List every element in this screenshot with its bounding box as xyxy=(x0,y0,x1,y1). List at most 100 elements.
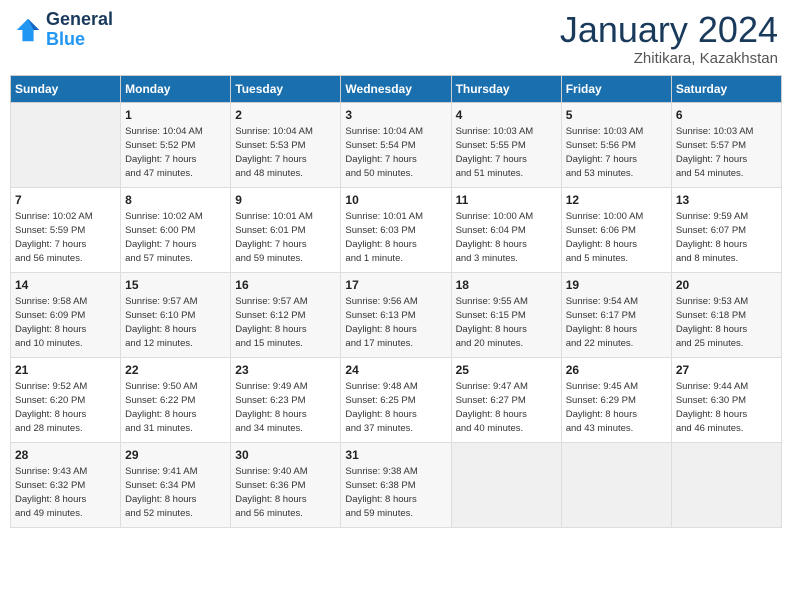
day-info: Sunrise: 9:45 AM Sunset: 6:29 PM Dayligh… xyxy=(566,380,667,435)
day-cell: 19Sunrise: 9:54 AM Sunset: 6:17 PM Dayli… xyxy=(561,272,671,357)
day-number: 14 xyxy=(15,277,116,294)
day-info: Sunrise: 9:57 AM Sunset: 6:12 PM Dayligh… xyxy=(235,295,336,350)
day-info: Sunrise: 9:48 AM Sunset: 6:25 PM Dayligh… xyxy=(345,380,446,435)
day-number: 31 xyxy=(345,447,446,464)
day-cell: 10Sunrise: 10:01 AM Sunset: 6:03 PM Dayl… xyxy=(341,187,451,272)
day-cell: 24Sunrise: 9:48 AM Sunset: 6:25 PM Dayli… xyxy=(341,357,451,442)
day-info: Sunrise: 10:04 AM Sunset: 5:54 PM Daylig… xyxy=(345,125,446,180)
day-cell: 25Sunrise: 9:47 AM Sunset: 6:27 PM Dayli… xyxy=(451,357,561,442)
day-info: Sunrise: 10:03 AM Sunset: 5:56 PM Daylig… xyxy=(566,125,667,180)
day-cell: 11Sunrise: 10:00 AM Sunset: 6:04 PM Dayl… xyxy=(451,187,561,272)
day-info: Sunrise: 9:43 AM Sunset: 6:32 PM Dayligh… xyxy=(15,465,116,520)
day-cell: 22Sunrise: 9:50 AM Sunset: 6:22 PM Dayli… xyxy=(121,357,231,442)
day-info: Sunrise: 10:03 AM Sunset: 5:57 PM Daylig… xyxy=(676,125,777,180)
day-cell: 21Sunrise: 9:52 AM Sunset: 6:20 PM Dayli… xyxy=(11,357,121,442)
day-info: Sunrise: 10:04 AM Sunset: 5:52 PM Daylig… xyxy=(125,125,226,180)
weekday-header-row: SundayMondayTuesdayWednesdayThursdayFrid… xyxy=(11,75,782,102)
day-cell: 27Sunrise: 9:44 AM Sunset: 6:30 PM Dayli… xyxy=(671,357,781,442)
weekday-header-monday: Monday xyxy=(121,75,231,102)
day-cell: 7Sunrise: 10:02 AM Sunset: 5:59 PM Dayli… xyxy=(11,187,121,272)
day-cell: 9Sunrise: 10:01 AM Sunset: 6:01 PM Dayli… xyxy=(231,187,341,272)
week-row-3: 14Sunrise: 9:58 AM Sunset: 6:09 PM Dayli… xyxy=(11,272,782,357)
day-number: 16 xyxy=(235,277,336,294)
day-number: 18 xyxy=(456,277,557,294)
day-number: 20 xyxy=(676,277,777,294)
day-number: 12 xyxy=(566,192,667,209)
day-number: 2 xyxy=(235,107,336,124)
day-number: 13 xyxy=(676,192,777,209)
day-cell xyxy=(671,442,781,527)
day-cell: 28Sunrise: 9:43 AM Sunset: 6:32 PM Dayli… xyxy=(11,442,121,527)
day-number: 10 xyxy=(345,192,446,209)
day-cell: 12Sunrise: 10:00 AM Sunset: 6:06 PM Dayl… xyxy=(561,187,671,272)
day-number: 6 xyxy=(676,107,777,124)
month-title: January 2024 xyxy=(560,10,778,50)
logo-text: General Blue xyxy=(46,10,113,50)
day-cell: 31Sunrise: 9:38 AM Sunset: 6:38 PM Dayli… xyxy=(341,442,451,527)
weekday-header-wednesday: Wednesday xyxy=(341,75,451,102)
day-info: Sunrise: 9:49 AM Sunset: 6:23 PM Dayligh… xyxy=(235,380,336,435)
day-number: 8 xyxy=(125,192,226,209)
day-info: Sunrise: 10:00 AM Sunset: 6:04 PM Daylig… xyxy=(456,210,557,265)
weekday-header-tuesday: Tuesday xyxy=(231,75,341,102)
day-cell: 18Sunrise: 9:55 AM Sunset: 6:15 PM Dayli… xyxy=(451,272,561,357)
day-number: 30 xyxy=(235,447,336,464)
weekday-header-friday: Friday xyxy=(561,75,671,102)
day-info: Sunrise: 9:41 AM Sunset: 6:34 PM Dayligh… xyxy=(125,465,226,520)
day-number: 15 xyxy=(125,277,226,294)
day-info: Sunrise: 9:54 AM Sunset: 6:17 PM Dayligh… xyxy=(566,295,667,350)
day-cell: 14Sunrise: 9:58 AM Sunset: 6:09 PM Dayli… xyxy=(11,272,121,357)
day-info: Sunrise: 10:02 AM Sunset: 6:00 PM Daylig… xyxy=(125,210,226,265)
day-cell: 3Sunrise: 10:04 AM Sunset: 5:54 PM Dayli… xyxy=(341,102,451,187)
day-number: 19 xyxy=(566,277,667,294)
logo: General Blue xyxy=(14,10,113,50)
day-info: Sunrise: 9:47 AM Sunset: 6:27 PM Dayligh… xyxy=(456,380,557,435)
day-cell: 15Sunrise: 9:57 AM Sunset: 6:10 PM Dayli… xyxy=(121,272,231,357)
day-info: Sunrise: 9:40 AM Sunset: 6:36 PM Dayligh… xyxy=(235,465,336,520)
week-row-5: 28Sunrise: 9:43 AM Sunset: 6:32 PM Dayli… xyxy=(11,442,782,527)
day-info: Sunrise: 10:04 AM Sunset: 5:53 PM Daylig… xyxy=(235,125,336,180)
day-number: 3 xyxy=(345,107,446,124)
day-number: 1 xyxy=(125,107,226,124)
day-cell: 20Sunrise: 9:53 AM Sunset: 6:18 PM Dayli… xyxy=(671,272,781,357)
day-number: 5 xyxy=(566,107,667,124)
weekday-header-thursday: Thursday xyxy=(451,75,561,102)
day-number: 21 xyxy=(15,362,116,379)
day-cell: 30Sunrise: 9:40 AM Sunset: 6:36 PM Dayli… xyxy=(231,442,341,527)
logo-icon xyxy=(14,16,42,44)
day-cell: 2Sunrise: 10:04 AM Sunset: 5:53 PM Dayli… xyxy=(231,102,341,187)
day-cell: 23Sunrise: 9:49 AM Sunset: 6:23 PM Dayli… xyxy=(231,357,341,442)
day-cell xyxy=(561,442,671,527)
day-info: Sunrise: 9:53 AM Sunset: 6:18 PM Dayligh… xyxy=(676,295,777,350)
day-info: Sunrise: 9:52 AM Sunset: 6:20 PM Dayligh… xyxy=(15,380,116,435)
week-row-1: 1Sunrise: 10:04 AM Sunset: 5:52 PM Dayli… xyxy=(11,102,782,187)
day-info: Sunrise: 10:03 AM Sunset: 5:55 PM Daylig… xyxy=(456,125,557,180)
day-number: 26 xyxy=(566,362,667,379)
day-number: 29 xyxy=(125,447,226,464)
day-cell xyxy=(451,442,561,527)
day-number: 27 xyxy=(676,362,777,379)
day-info: Sunrise: 9:58 AM Sunset: 6:09 PM Dayligh… xyxy=(15,295,116,350)
day-number: 28 xyxy=(15,447,116,464)
day-cell: 16Sunrise: 9:57 AM Sunset: 6:12 PM Dayli… xyxy=(231,272,341,357)
day-cell: 4Sunrise: 10:03 AM Sunset: 5:55 PM Dayli… xyxy=(451,102,561,187)
day-cell: 13Sunrise: 9:59 AM Sunset: 6:07 PM Dayli… xyxy=(671,187,781,272)
day-info: Sunrise: 10:01 AM Sunset: 6:01 PM Daylig… xyxy=(235,210,336,265)
day-info: Sunrise: 9:55 AM Sunset: 6:15 PM Dayligh… xyxy=(456,295,557,350)
day-number: 23 xyxy=(235,362,336,379)
day-cell: 1Sunrise: 10:04 AM Sunset: 5:52 PM Dayli… xyxy=(121,102,231,187)
day-info: Sunrise: 9:44 AM Sunset: 6:30 PM Dayligh… xyxy=(676,380,777,435)
day-number: 25 xyxy=(456,362,557,379)
day-number: 7 xyxy=(15,192,116,209)
day-info: Sunrise: 9:59 AM Sunset: 6:07 PM Dayligh… xyxy=(676,210,777,265)
day-info: Sunrise: 10:01 AM Sunset: 6:03 PM Daylig… xyxy=(345,210,446,265)
day-cell: 26Sunrise: 9:45 AM Sunset: 6:29 PM Dayli… xyxy=(561,357,671,442)
day-number: 4 xyxy=(456,107,557,124)
day-info: Sunrise: 9:50 AM Sunset: 6:22 PM Dayligh… xyxy=(125,380,226,435)
week-row-2: 7Sunrise: 10:02 AM Sunset: 5:59 PM Dayli… xyxy=(11,187,782,272)
day-number: 22 xyxy=(125,362,226,379)
day-cell xyxy=(11,102,121,187)
day-number: 9 xyxy=(235,192,336,209)
day-info: Sunrise: 10:00 AM Sunset: 6:06 PM Daylig… xyxy=(566,210,667,265)
day-number: 11 xyxy=(456,192,557,209)
